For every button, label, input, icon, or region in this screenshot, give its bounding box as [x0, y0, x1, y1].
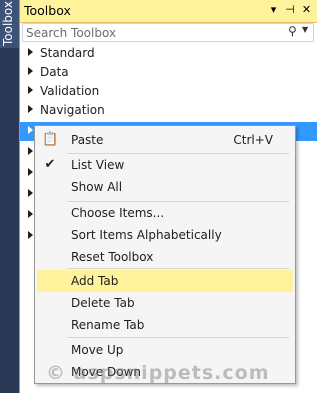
menu-item-reset-toolbox[interactable]: Reset Toolbox	[37, 246, 293, 268]
pin-icon[interactable]: ⊣	[284, 3, 297, 16]
title-bar: Toolbox ▾ ⊣ ✕	[20, 0, 317, 23]
menu-item-show-all[interactable]: Show All	[37, 176, 293, 198]
menu-item-label: Reset Toolbox	[71, 250, 154, 264]
tree-item-label: Validation	[40, 84, 100, 98]
checkmark-icon: ✔	[44, 157, 56, 172]
menu-item-choose-items[interactable]: Choose Items...	[37, 202, 293, 224]
menu-item-paste[interactable]: 📋 Paste Ctrl+V	[37, 129, 293, 151]
search-box: ⚲ ▼	[22, 23, 314, 42]
paste-icon: 📋	[42, 132, 59, 147]
search-icon: ⚲	[288, 24, 297, 38]
menu-separator	[67, 268, 289, 269]
side-tab-label: Toolbox	[1, 1, 15, 46]
menu-separator	[67, 337, 289, 338]
window-title: Toolbox	[24, 3, 71, 18]
tree-item-standard[interactable]: Standard	[20, 44, 317, 63]
menu-item-shortcut: Ctrl+V	[233, 133, 273, 147]
expand-arrow-icon[interactable]	[28, 86, 33, 94]
menu-item-add-tab[interactable]: Add Tab	[37, 270, 293, 292]
expand-arrow-icon[interactable]	[28, 147, 33, 155]
expand-arrow-icon[interactable]	[28, 126, 33, 134]
menu-item-delete-tab[interactable]: Delete Tab	[37, 292, 293, 314]
tree-item-label: Standard	[40, 46, 95, 60]
tree-item-data[interactable]: Data	[20, 63, 317, 82]
menu-item-rename-tab[interactable]: Rename Tab	[37, 314, 293, 336]
menu-item-sort-items[interactable]: Sort Items Alphabetically	[37, 224, 293, 246]
toolbox-side-strip: Toolbox	[0, 0, 19, 393]
tree-item-label: Data	[40, 65, 69, 79]
expand-arrow-icon[interactable]	[28, 48, 33, 56]
menu-item-list-view[interactable]: ✔ List View	[37, 154, 293, 176]
menu-item-label: Show All	[71, 180, 123, 194]
context-menu: 📋 Paste Ctrl+V ✔ List View Show All Choo…	[34, 125, 296, 384]
menu-item-label: Sort Items Alphabetically	[71, 228, 222, 242]
menu-item-label: Paste	[71, 133, 104, 147]
tree-item-label: Navigation	[40, 103, 105, 117]
dropdown-icon[interactable]: ▾	[267, 3, 280, 16]
expand-arrow-icon[interactable]	[28, 189, 33, 197]
side-tab-toolbox[interactable]: Toolbox	[0, 0, 19, 48]
menu-item-label: Rename Tab	[71, 318, 145, 332]
expand-arrow-icon[interactable]	[28, 231, 33, 239]
search-input[interactable]	[23, 24, 281, 41]
close-icon[interactable]: ✕	[300, 3, 313, 16]
menu-item-label: Choose Items...	[71, 206, 165, 220]
menu-item-label: Move Up	[71, 343, 124, 357]
watermark: © aspsnippets.com	[46, 362, 270, 384]
expand-arrow-icon[interactable]	[28, 168, 33, 176]
expand-arrow-icon[interactable]	[28, 105, 33, 113]
expand-arrow-icon[interactable]	[28, 67, 33, 75]
menu-item-move-up[interactable]: Move Up	[37, 339, 293, 361]
menu-item-label: Add Tab	[71, 274, 119, 288]
expand-arrow-icon[interactable]	[28, 210, 33, 218]
tree-item-validation[interactable]: Validation	[20, 82, 317, 101]
search-button[interactable]: ⚲ ▼	[280, 24, 312, 41]
menu-item-label: List View	[71, 158, 125, 172]
tree-item-navigation[interactable]: Navigation	[20, 101, 317, 120]
menu-item-label: Delete Tab	[71, 296, 135, 310]
chevron-down-icon[interactable]: ▼	[302, 25, 308, 34]
